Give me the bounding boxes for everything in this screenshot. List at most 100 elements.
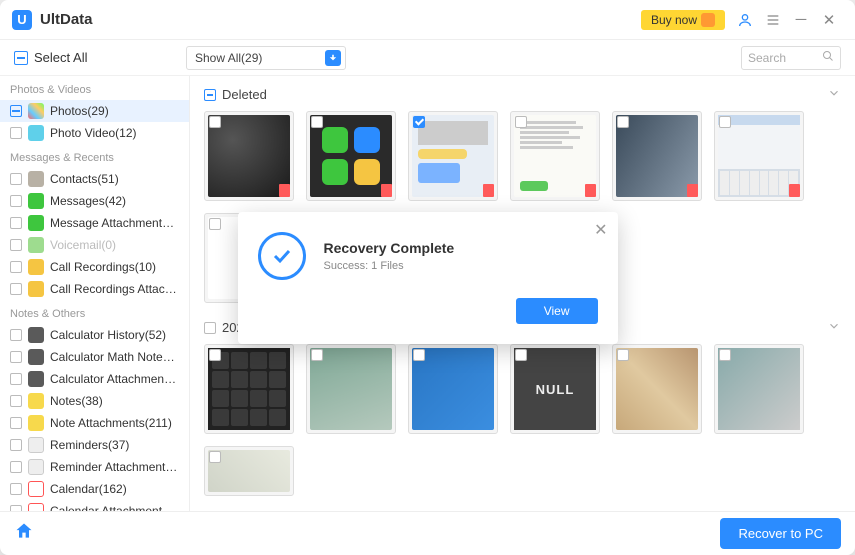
thumb-checkbox[interactable] (515, 116, 527, 128)
close-button[interactable]: ✕ (815, 6, 843, 34)
sidebar-item-photo-video[interactable]: Photo Video(12) (0, 122, 189, 144)
deleted-badge-icon (483, 184, 494, 197)
select-all-toggle[interactable]: Select All (14, 50, 176, 65)
thumb-checkbox[interactable] (209, 451, 221, 463)
thumbnail[interactable] (306, 344, 396, 434)
thumb-checkbox[interactable] (617, 349, 629, 361)
sidebar-item-reminder-att[interactable]: Reminder Attachments(27) (0, 456, 189, 478)
recover-button[interactable]: Recover to PC (720, 518, 841, 549)
sidebar-item-notes[interactable]: Notes(38) (0, 390, 189, 412)
video-icon (28, 125, 44, 141)
sidebar-item-calc-att[interactable]: Calculator Attachments(30) (0, 368, 189, 390)
category-photos-videos: Photos & Videos (0, 76, 189, 100)
thumbnail[interactable] (612, 111, 702, 201)
chevron-down-icon[interactable] (827, 86, 841, 103)
sidebar-item-label: Photos(29) (50, 104, 109, 118)
sidebar-item-voicemail[interactable]: Voicemail(0) (0, 234, 189, 256)
thumb-checkbox[interactable] (413, 349, 425, 361)
footer: Recover to PC (0, 511, 855, 555)
thumbnail[interactable] (306, 111, 396, 201)
sidebar-item-label: Contacts(51) (50, 172, 119, 186)
sidebar: Photos & Videos Photos(29) Photo Video(1… (0, 76, 190, 511)
thumbnail[interactable] (714, 344, 804, 434)
user-icon[interactable] (731, 6, 759, 34)
dropdown-arrow-icon (325, 50, 341, 66)
sidebar-item-photos[interactable]: Photos(29) (0, 100, 189, 122)
home-icon[interactable] (14, 521, 34, 546)
success-check-icon (258, 232, 306, 280)
section-checkbox-icon (204, 89, 216, 101)
view-button[interactable]: View (516, 298, 598, 324)
sidebar-item-call-rec[interactable]: Call Recordings(10) (0, 256, 189, 278)
app-window: U UltData Buy now ─ ✕ Select All Show Al… (0, 0, 855, 555)
calendar-icon (28, 481, 44, 497)
thumb-checkbox[interactable] (209, 116, 221, 128)
section-deleted-header[interactable]: Deleted (204, 82, 841, 111)
thumbnail[interactable] (204, 446, 294, 496)
sidebar-item-reminders[interactable]: Reminders(37) (0, 434, 189, 456)
voicemail-icon (28, 237, 44, 253)
chevron-down-icon[interactable] (827, 319, 841, 336)
thumbnail[interactable] (612, 344, 702, 434)
sidebar-item-label: Photo Video(12) (50, 126, 137, 140)
photos-icon (28, 103, 44, 119)
minimize-button[interactable]: ─ (787, 6, 815, 34)
notes-icon (28, 415, 44, 431)
chat-icon (701, 13, 715, 27)
checkbox-icon (10, 329, 22, 341)
calc-icon (28, 371, 44, 387)
sidebar-item-call-rec-att[interactable]: Call Recordings Attachment... (0, 278, 189, 300)
titlebar: U UltData Buy now ─ ✕ (0, 0, 855, 40)
sidebar-item-note-att[interactable]: Note Attachments(211) (0, 412, 189, 434)
calc-icon (28, 349, 44, 365)
thumb-checkbox[interactable] (311, 349, 323, 361)
deleted-badge-icon (585, 184, 596, 197)
sidebar-item-messages[interactable]: Messages(42) (0, 190, 189, 212)
sidebar-item-calendar-att[interactable]: Calendar Attachments(1) (0, 500, 189, 511)
thumb-checkbox[interactable] (209, 349, 221, 361)
buy-now-button[interactable]: Buy now (641, 10, 725, 30)
sidebar-item-calc-math[interactable]: Calculator Math Notes(6) (0, 346, 189, 368)
thumbnail-grid-2: NULL (204, 344, 841, 496)
messages-icon (28, 193, 44, 209)
thumbnail[interactable] (204, 344, 294, 434)
checkbox-icon (10, 373, 22, 385)
app-title: UltData (40, 11, 93, 28)
checkbox-icon (10, 261, 22, 273)
thumbnail[interactable] (510, 111, 600, 201)
sidebar-item-calc-hist[interactable]: Calculator History(52) (0, 324, 189, 346)
category-messages: Messages & Recents (0, 144, 189, 168)
thumb-checkbox[interactable] (311, 116, 323, 128)
thumb-checkbox[interactable] (719, 349, 731, 361)
select-all-label: Select All (34, 50, 87, 65)
category-notes: Notes & Others (0, 300, 189, 324)
sidebar-item-contacts[interactable]: Contacts(51) (0, 168, 189, 190)
deleted-badge-icon (381, 184, 392, 197)
sidebar-item-label: Reminder Attachments(27) (50, 460, 179, 474)
checkbox-icon (10, 127, 22, 139)
filter-dropdown[interactable]: Show All(29) (186, 46, 346, 70)
sidebar-item-label: Calculator History(52) (50, 328, 166, 342)
thumbnail[interactable] (408, 111, 498, 201)
thumbnail[interactable]: NULL (510, 344, 600, 434)
notes-icon (28, 393, 44, 409)
thumbnail[interactable] (204, 111, 294, 201)
calc-icon (28, 327, 44, 343)
contacts-icon (28, 171, 44, 187)
thumb-checkbox[interactable] (413, 116, 425, 128)
sidebar-item-msg-att[interactable]: Message Attachments(16) (0, 212, 189, 234)
thumb-checkbox[interactable] (515, 349, 527, 361)
thumb-checkbox[interactable] (719, 116, 731, 128)
sidebar-item-label: Note Attachments(211) (50, 416, 172, 430)
thumb-checkbox[interactable] (617, 116, 629, 128)
modal-close-button[interactable]: ✕ (594, 220, 607, 240)
thumb-checkbox[interactable] (209, 218, 221, 230)
deleted-badge-icon (789, 184, 800, 197)
sidebar-item-calendar[interactable]: Calendar(162) (0, 478, 189, 500)
checkbox-icon (10, 195, 22, 207)
modal-subtitle: Success: 1 Files (324, 260, 455, 272)
search-input[interactable]: Search (741, 46, 841, 70)
menu-icon[interactable] (759, 6, 787, 34)
thumbnail[interactable] (714, 111, 804, 201)
thumbnail[interactable] (408, 344, 498, 434)
